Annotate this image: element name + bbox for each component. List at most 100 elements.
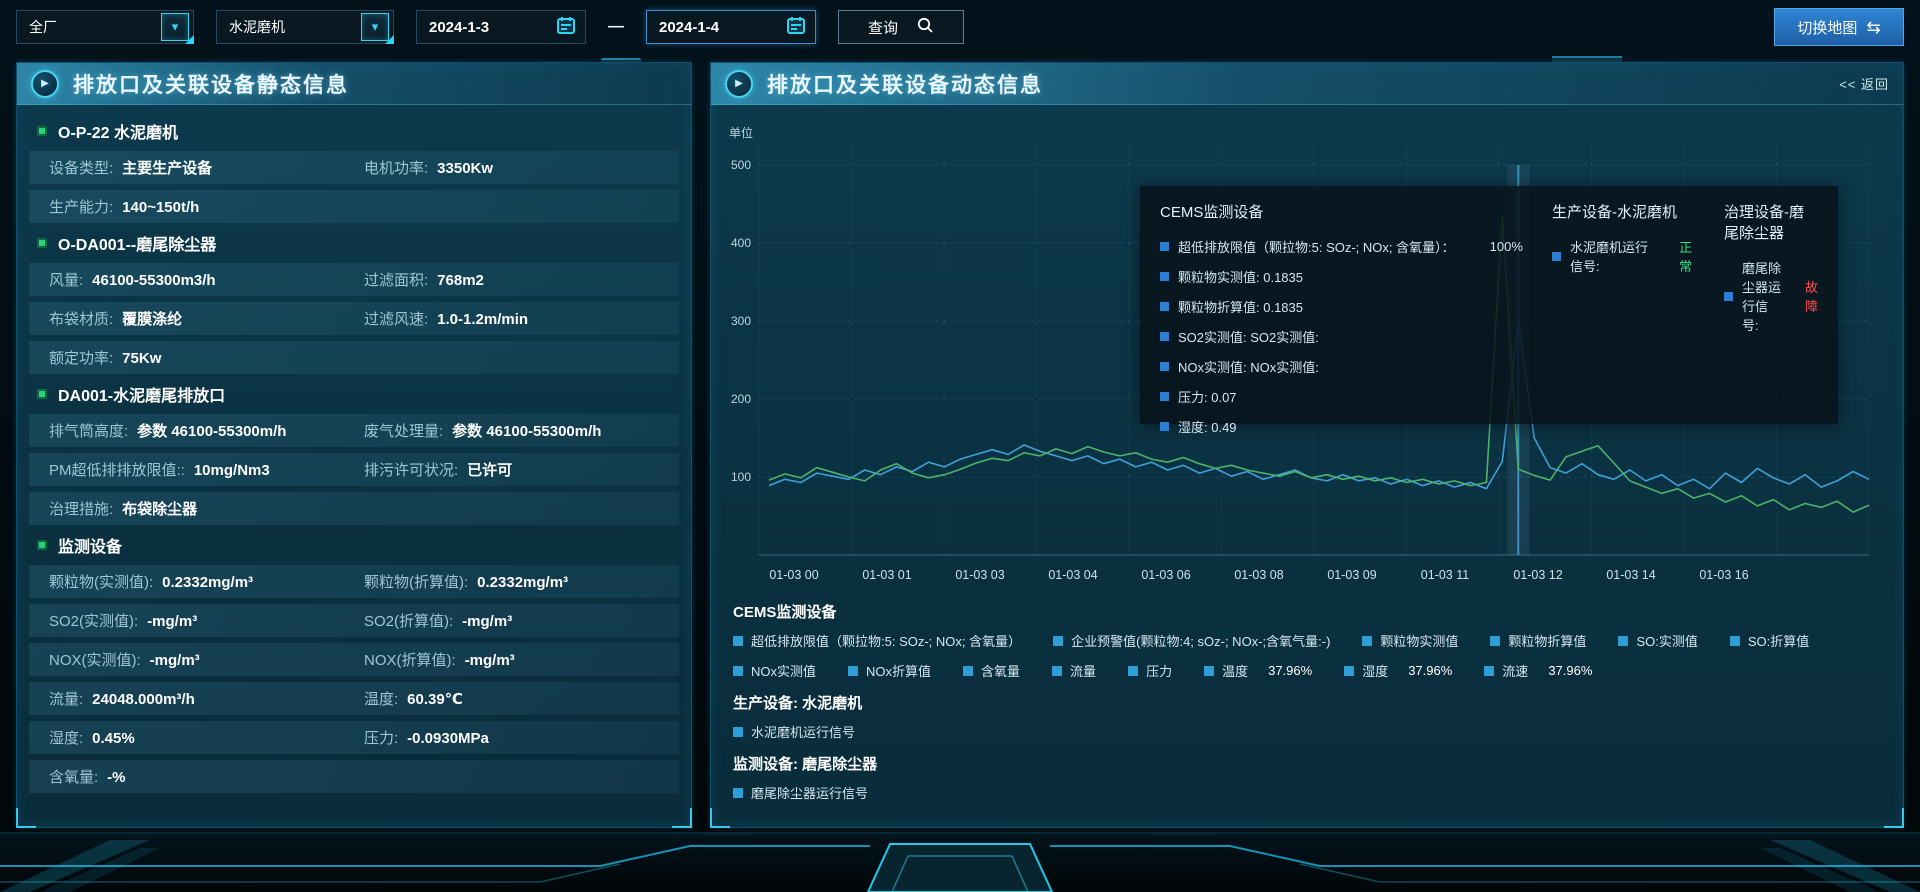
- info-cell: 流量:24048.000m³/h: [49, 688, 364, 709]
- info-row: 流量:24048.000m³/h温度:60.39℃: [29, 682, 679, 715]
- info-value: 1.0-1.2m/min: [437, 311, 528, 328]
- y-tick-label: 100: [731, 470, 751, 484]
- section-title: DA001-水泥磨尾排放口: [29, 380, 679, 408]
- info-row: 排气筒高度:参数 46100-55300m/h废气处理量:参数 46100-55…: [29, 414, 679, 447]
- legend-square-icon: [1552, 252, 1561, 261]
- legend-item[interactable]: NOx折算值: [848, 661, 931, 680]
- legend-item[interactable]: 超低排放限值（颗拉物:5: SOz-; NOx; 含氧量）: [733, 631, 1021, 650]
- x-tick-label: 01-03 11: [1421, 568, 1469, 582]
- chevron-down-icon[interactable]: ▾: [361, 13, 389, 41]
- production-signal-status: 正常: [1679, 237, 1700, 275]
- legend-item[interactable]: SO:折算值: [1730, 631, 1809, 650]
- production-signal-label: 水泥磨机运行信号:: [1570, 237, 1656, 275]
- legend-item-label: NOx折算值: [866, 661, 931, 680]
- legend-item[interactable]: 含氧量: [963, 661, 1020, 680]
- info-cell: 过滤面积:768m2: [364, 269, 679, 290]
- date-to-input[interactable]: 2024-1-4: [646, 10, 816, 44]
- legend-item[interactable]: 温度37.96%: [1204, 661, 1312, 680]
- info-value: 3350Kw: [437, 160, 493, 177]
- legend-item[interactable]: 磨尾除尘器运行信号: [733, 783, 868, 802]
- tooltip-cems-column: CEMS监测设备 超低排放限值（颗拉物:5: SOz-; NOx; 含氧量）：1…: [1160, 201, 1528, 409]
- x-tick-label: 01-03 01: [862, 568, 911, 582]
- tooltip-row-label: NOx实测值: NOx实测值:: [1178, 357, 1319, 376]
- legend-square-icon: [1160, 302, 1169, 311]
- legend-square-icon: [1618, 636, 1628, 646]
- plant-select[interactable]: 全厂 ▾: [16, 10, 194, 44]
- legend-square-icon: [733, 788, 743, 798]
- info-cell: 颗粒物(折算值):0.2332mg/m³: [364, 571, 679, 592]
- info-cell: 压力:-0.0930MPa: [364, 727, 679, 748]
- info-row: PM超低排排放限值::10mg/Nm3排污许可状况:已许可: [29, 453, 679, 486]
- info-value: -mg/m³: [462, 613, 512, 630]
- info-label: SO2(折算值):: [364, 610, 453, 631]
- info-value: 覆膜涤纶: [122, 308, 182, 329]
- calendar-icon[interactable]: [555, 14, 577, 40]
- legend-item[interactable]: 颗粒物实测值: [1362, 631, 1458, 650]
- legend-item[interactable]: 压力: [1128, 661, 1172, 680]
- calendar-icon[interactable]: [785, 14, 807, 40]
- legend-item[interactable]: 企业预警值(颗粒物:4; sOz-; NOx-;含氧气量:-): [1053, 631, 1330, 650]
- switch-map-button[interactable]: 切换地图 ⇆: [1774, 8, 1904, 46]
- legend-item[interactable]: SO:实测值: [1618, 631, 1697, 650]
- switch-map-label: 切换地图: [1797, 17, 1857, 38]
- legend-square-icon: [848, 666, 858, 676]
- legend-item[interactable]: 颗粒物折算值: [1490, 631, 1586, 650]
- chart-legend: CEMS监测设备超低排放限值（颗拉物:5: SOz-; NOx; 含氧量）企业预…: [733, 589, 1887, 802]
- info-label: 颗粒物(实测值):: [49, 571, 153, 592]
- section-title-text: DA001-水泥磨尾排放口: [58, 382, 225, 406]
- legend-item-label: 磨尾除尘器运行信号: [751, 783, 868, 802]
- info-value: 已许可: [467, 459, 512, 480]
- back-link[interactable]: << 返回: [1839, 74, 1889, 93]
- info-row: 设备类型:主要生产设备电机功率:3350Kw: [29, 151, 679, 184]
- info-label: 颗粒物(折算值):: [364, 571, 468, 592]
- info-label: 废气处理量:: [364, 420, 443, 441]
- treatment-signal-row: 磨尾除尘器运行信号: 故障: [1724, 258, 1818, 334]
- x-tick-label: 01-03 14: [1606, 568, 1655, 582]
- legend-square-icon: [1490, 636, 1500, 646]
- legend-square-icon: [733, 666, 743, 676]
- legend-item-label: 温度: [1222, 661, 1248, 680]
- legend-square-icon: [1724, 292, 1733, 301]
- query-button[interactable]: 查询: [838, 10, 964, 44]
- date-from-input[interactable]: 2024-1-3: [416, 10, 586, 44]
- legend-item[interactable]: 水泥磨机运行信号: [733, 722, 855, 741]
- x-tick-label: 01-03 00: [769, 568, 818, 582]
- green-square-icon: [37, 238, 47, 248]
- info-value: 参数 46100-55300m/h: [452, 420, 601, 441]
- info-value: 主要生产设备: [122, 157, 212, 178]
- info-row: 颗粒物(实测值):0.2332mg/m³颗粒物(折算值):0.2332mg/m³: [29, 565, 679, 598]
- info-label: 设备类型:: [49, 157, 113, 178]
- device-select[interactable]: 水泥磨机 ▾: [216, 10, 394, 44]
- info-label: 额定功率:: [49, 347, 113, 368]
- info-value: -mg/m³: [465, 652, 515, 669]
- chevron-down-icon[interactable]: ▾: [161, 13, 189, 41]
- info-label: 含氧量:: [49, 766, 98, 787]
- info-cell: 湿度:0.45%: [49, 727, 364, 748]
- legend-item-label: SO:实测值: [1636, 631, 1697, 650]
- legend-item[interactable]: 流速37.96%: [1484, 661, 1592, 680]
- legend-item-label: NOx实测值: [751, 661, 816, 680]
- legend-square-icon: [1160, 242, 1169, 251]
- legend-square-icon: [1204, 666, 1214, 676]
- x-tick-label: 01-03 09: [1327, 568, 1376, 582]
- info-label: 生产能力:: [49, 196, 113, 217]
- topbar: 全厂 ▾ 水泥磨机 ▾ 2024-1-3 — 2024-1-4 查询: [16, 9, 1904, 45]
- x-tick-label: 01-03 03: [955, 568, 1004, 582]
- y-tick-label: 300: [731, 314, 751, 328]
- section-title: O-P-22 水泥磨机: [29, 117, 679, 145]
- legend-item[interactable]: 流量: [1052, 661, 1096, 680]
- dynamic-panel-header: ▶ 排放口及关联设备动态信息 << 返回: [711, 63, 1903, 105]
- tooltip-row: 颗粒物实测值: 0.1835: [1160, 267, 1528, 286]
- info-row: 含氧量:-%: [29, 760, 679, 793]
- info-value: 0.45%: [92, 730, 135, 747]
- tooltip-row: SO2实测值: SO2实测值:: [1160, 327, 1528, 346]
- legend-square-icon: [1160, 362, 1169, 371]
- dynamic-panel-title: 排放口及关联设备动态信息: [767, 69, 1043, 99]
- tooltip-row: 湿度: 0.49: [1160, 417, 1528, 436]
- green-square-icon: [37, 126, 47, 136]
- tooltip-cems-rows: 超低排放限值（颗拉物:5: SOz-; NOx; 含氧量）：100%颗粒物实测值…: [1160, 237, 1528, 447]
- bottom-frame-decoration: [0, 826, 1920, 892]
- legend-item[interactable]: NOx实测值: [733, 661, 816, 680]
- tooltip-row-label: 颗粒物折算值: 0.1835: [1178, 297, 1303, 316]
- legend-item[interactable]: 湿度37.96%: [1344, 661, 1452, 680]
